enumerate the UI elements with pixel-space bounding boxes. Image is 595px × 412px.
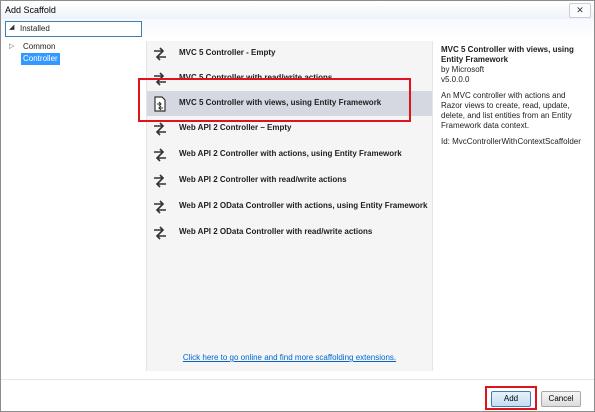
list-item-label: Web API 2 Controller – Empty (179, 123, 292, 132)
list-item-label: MVC 5 Controller - Empty (179, 48, 276, 57)
details-id: Id: MvcControllerWithContextScaffolder (441, 137, 581, 146)
controller-icon (152, 121, 168, 137)
title-bar: Add Scaffold ✕ (1, 1, 594, 19)
details-version: v5.0.0.0 (441, 75, 470, 84)
list-item[interactable]: MVC 5 Controller - Empty (147, 41, 432, 66)
list-item-label: Web API 2 Controller with read/write act… (179, 175, 347, 184)
tree-item-label: Common (23, 42, 56, 51)
installed-header[interactable]: ◢ Installed (5, 21, 142, 37)
expand-triangle-icon[interactable]: ▷ (9, 41, 14, 53)
controller-icon (152, 46, 168, 62)
tree-item-common[interactable]: ▷ Common (7, 41, 142, 53)
cancel-button[interactable]: Cancel (541, 391, 581, 407)
list-item-label: Web API 2 OData Controller with read/wri… (179, 227, 373, 236)
window-title: Add Scaffold (5, 5, 56, 15)
online-extensions-link[interactable]: Click here to go online and find more sc… (147, 353, 432, 362)
list-item[interactable]: Web API 2 Controller with actions, using… (147, 142, 432, 167)
tree-item-controller[interactable]: Controller (7, 53, 142, 65)
annotation-highlight-box (485, 386, 537, 410)
controller-icon (152, 225, 168, 241)
details-title: MVC 5 Controller with views, using Entit… (441, 45, 574, 64)
close-button[interactable]: ✕ (569, 3, 591, 18)
category-tree: ▷ Common Controller (7, 41, 142, 65)
list-item[interactable]: Web API 2 OData Controller with actions,… (147, 194, 432, 219)
list-item-label: Web API 2 OData Controller with actions,… (179, 201, 428, 210)
add-scaffold-dialog: Add Scaffold ✕ ◢ Installed ▷ Common Cont… (0, 0, 595, 412)
collapse-triangle-icon[interactable]: ◢ (9, 23, 14, 31)
annotation-highlight-box (138, 78, 411, 122)
list-item-label: Web API 2 Controller with actions, using… (179, 149, 402, 158)
controller-icon (152, 173, 168, 189)
list-item[interactable]: Web API 2 OData Controller with read/wri… (147, 220, 432, 245)
details-author: by Microsoft (441, 65, 485, 74)
controller-icon (152, 199, 168, 215)
footer-divider (1, 379, 594, 380)
list-item[interactable]: Web API 2 Controller with read/write act… (147, 168, 432, 193)
details-description: An MVC controller with actions and Razor… (441, 91, 572, 130)
installed-label: Installed (20, 24, 50, 33)
details-panel: MVC 5 Controller with views, using Entit… (441, 45, 589, 147)
controller-icon (152, 147, 168, 163)
tree-item-label: Controller (21, 53, 60, 65)
